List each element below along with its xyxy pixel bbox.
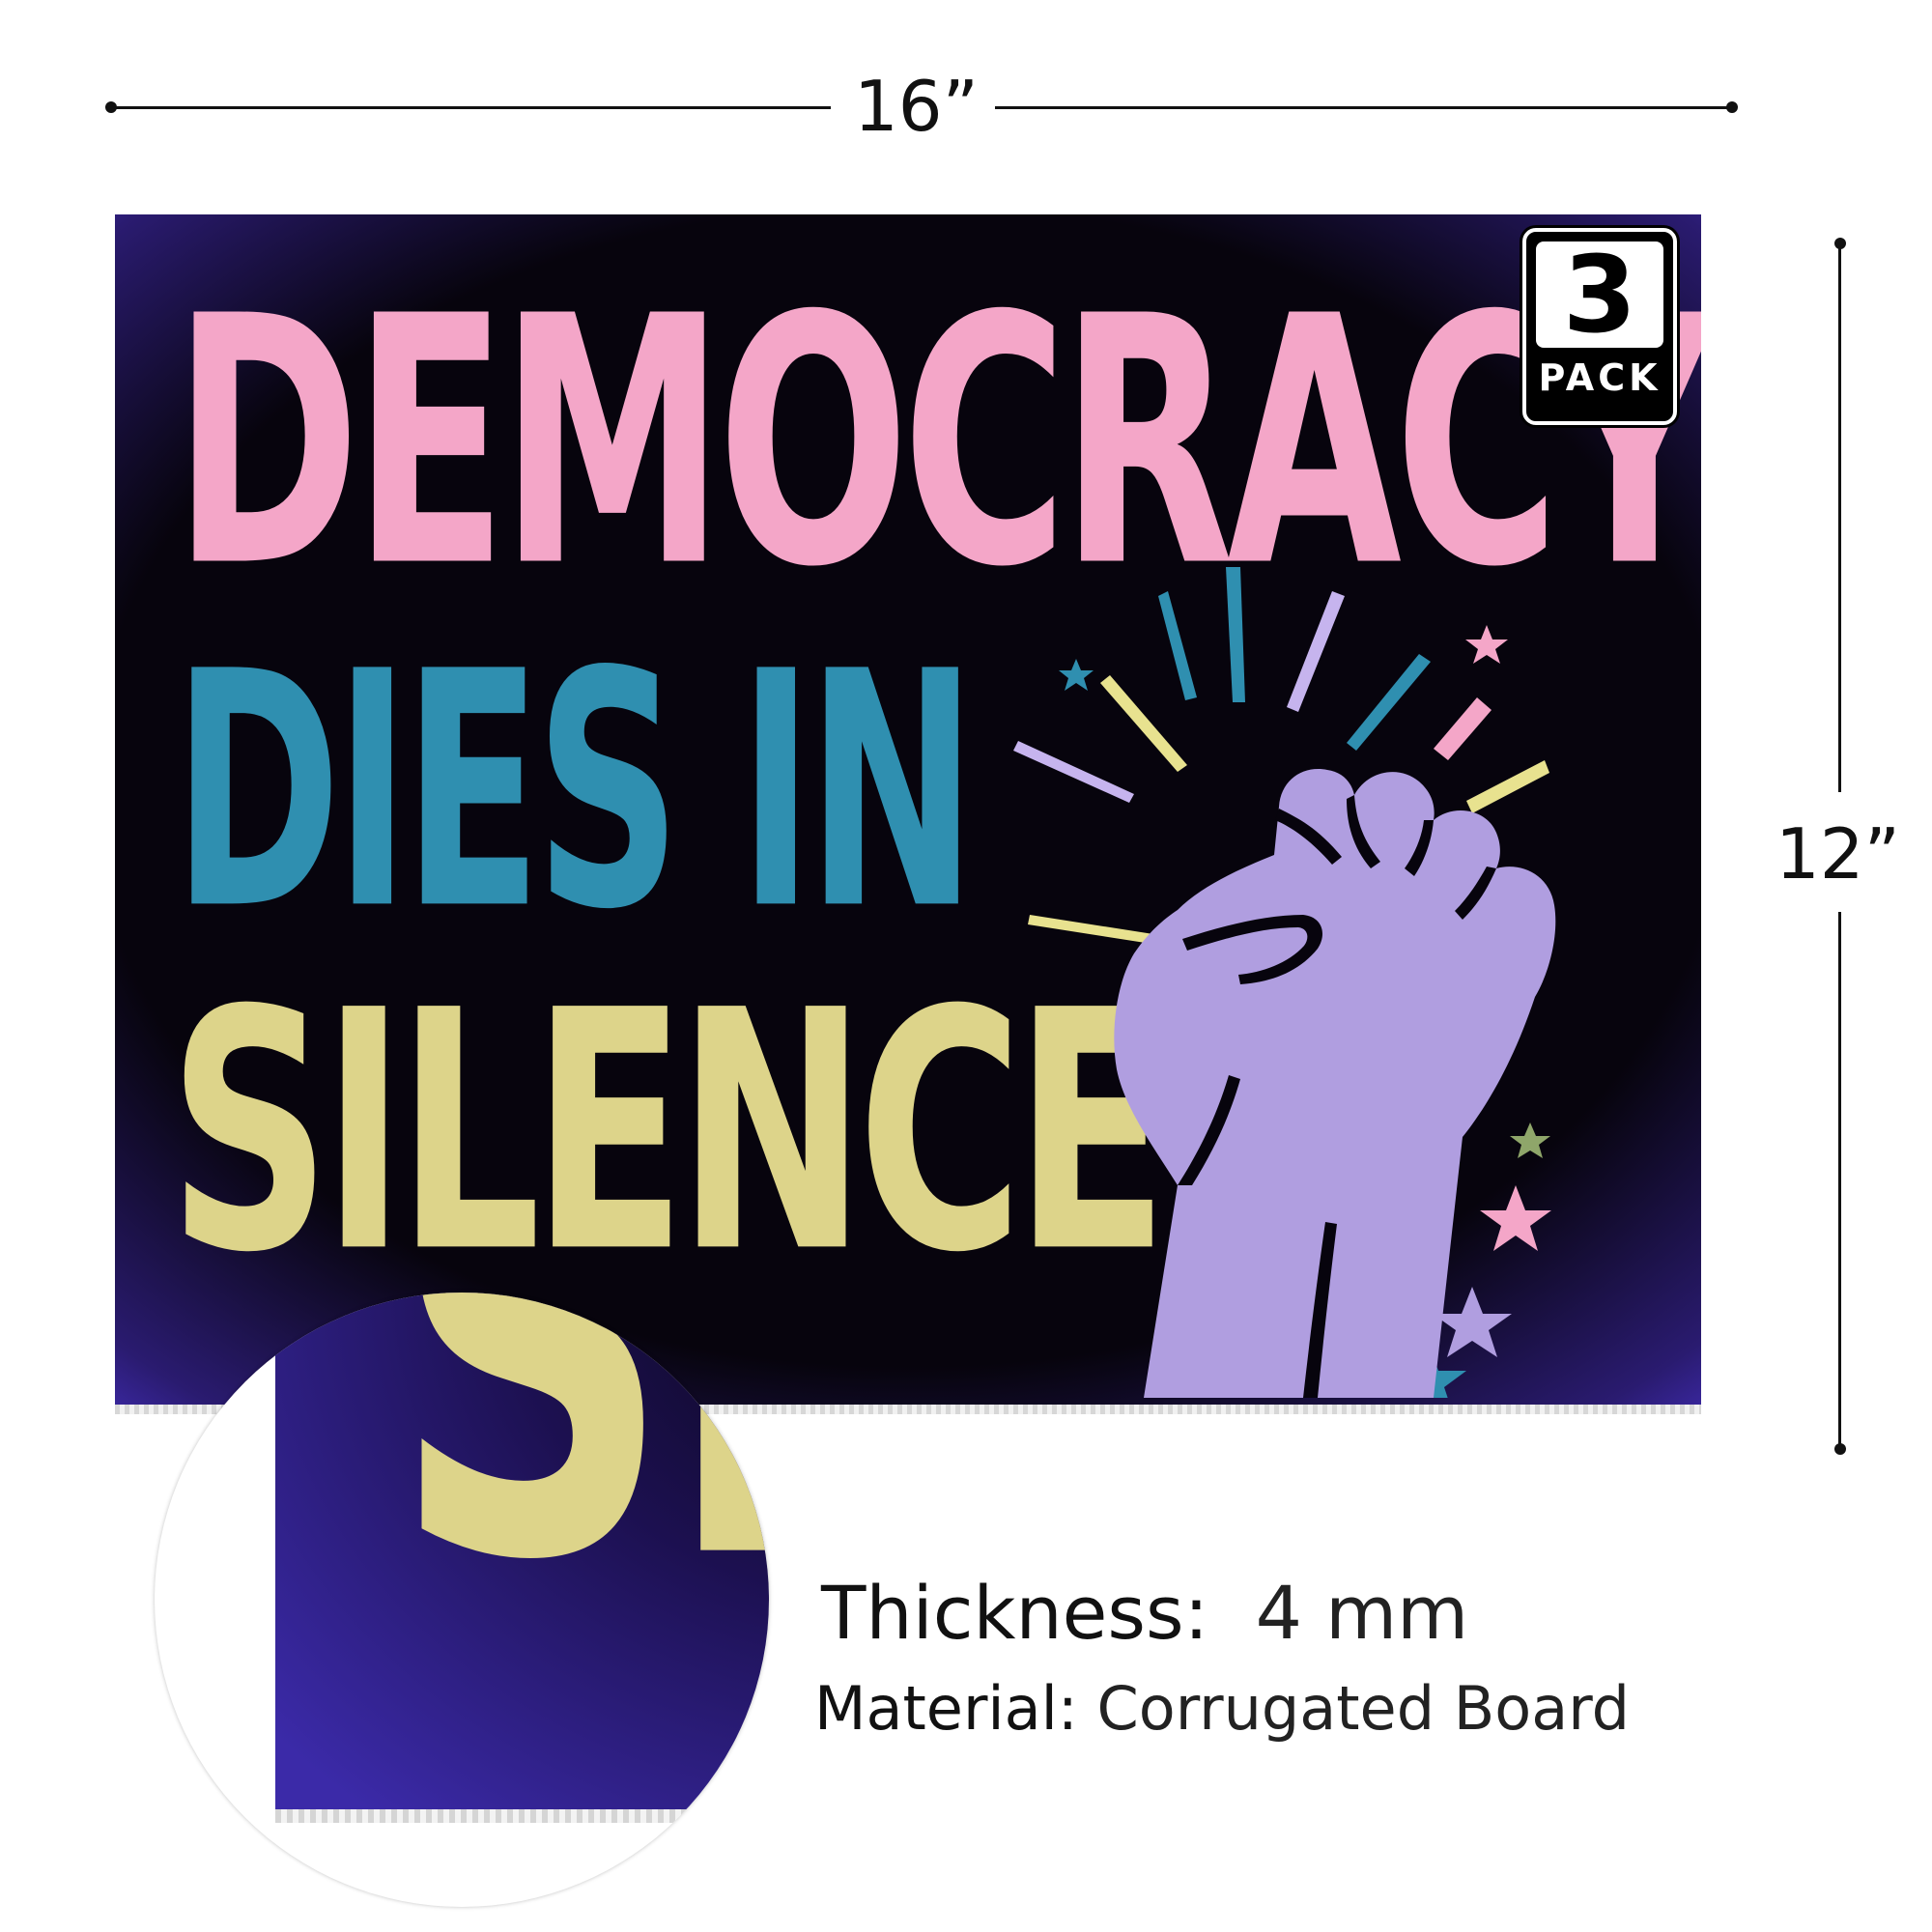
thickness-label: Thickness: (821, 1570, 1209, 1656)
zoom-letters: SI (391, 1293, 769, 1686)
yard-sign: DEMOCRACY DIES IN SILENCE (115, 214, 1701, 1405)
thickness-value: 4 mm (1255, 1570, 1469, 1656)
width-dimension-label: 16” (854, 66, 979, 147)
width-dim-line-left (111, 106, 831, 109)
zoom-corrugated-edge (275, 1809, 769, 1823)
height-dim-line-top (1838, 243, 1841, 792)
pack-badge-number-box: 3 (1536, 242, 1663, 348)
pack-badge-label: PACK (1538, 356, 1662, 399)
material-spec: Material: Corrugated Board (814, 1679, 1630, 1739)
height-dim-end-dot (1834, 1443, 1846, 1455)
thickness-spec: Thickness: 4 mm (821, 1577, 1468, 1650)
sign-line-democracy: DEMOCRACY (173, 243, 1701, 642)
fist-shape (1114, 769, 1556, 1398)
sign-line-dies-in: DIES IN (173, 603, 977, 980)
height-dim-line-bottom (1838, 912, 1841, 1448)
zoom-detail-circle: SI (155, 1293, 769, 1907)
width-dim-line-right (995, 106, 1731, 109)
pack-badge-number: 3 (1562, 233, 1637, 356)
zoom-board-surface: SI (275, 1293, 769, 1809)
material-label: Material: (814, 1673, 1078, 1744)
pack-badge: 3 PACK (1522, 228, 1677, 425)
width-dim-end-dot (1726, 101, 1738, 113)
material-value: Corrugated Board (1096, 1673, 1630, 1744)
raised-fist-icon (1013, 567, 1556, 1398)
height-dimension-label: 12” (1776, 813, 1900, 895)
